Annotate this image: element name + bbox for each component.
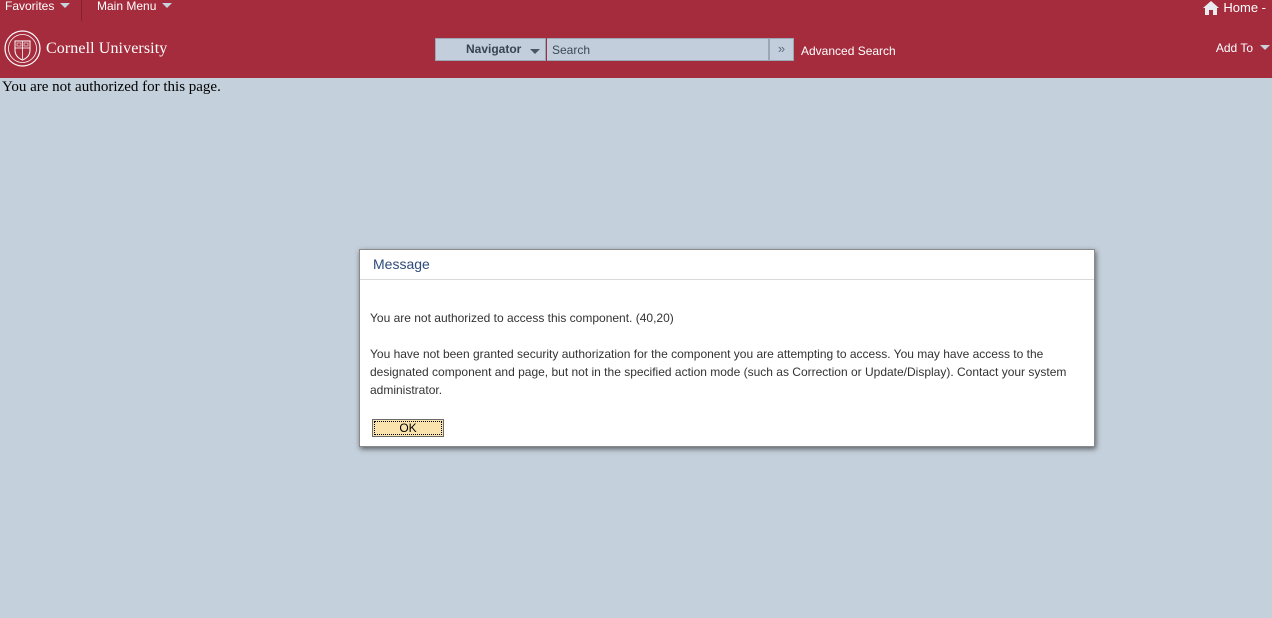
dialog-title: Message (373, 256, 430, 272)
favorites-menu[interactable]: Favorites (5, 0, 71, 13)
dialog-message-line1: You are not authorized to access this co… (370, 311, 674, 325)
navigator-button[interactable]: Navigator (435, 38, 546, 61)
cornell-seal-icon (4, 30, 41, 67)
dialog-message-details: You have not been granted security autho… (370, 347, 1067, 397)
message-dialog: Message You are not authorized to access… (359, 249, 1095, 447)
chevron-down-icon (60, 2, 71, 8)
search-input[interactable] (547, 38, 769, 61)
university-name: Cornell University (46, 39, 168, 57)
home-link[interactable]: Home - (1203, 0, 1266, 15)
chevron-down-icon (530, 49, 540, 54)
add-to-menu[interactable]: Add To (1216, 41, 1270, 55)
chevron-down-icon (1260, 44, 1270, 50)
dialog-divider (360, 279, 1094, 280)
ok-button[interactable]: OK (372, 419, 444, 437)
home-icon (1203, 0, 1220, 15)
home-label: Home - (1223, 0, 1266, 15)
university-logo[interactable]: Cornell University (4, 30, 167, 67)
double-chevron-right-icon: » (777, 41, 786, 56)
menu-divider (81, 0, 82, 21)
main-menu[interactable]: Main Menu (97, 0, 173, 13)
error-text: You are not authorized for this page. (2, 79, 221, 95)
favorites-label: Favorites (5, 0, 55, 13)
search-go-button[interactable]: » (769, 38, 794, 61)
main-menu-label: Main Menu (97, 0, 157, 13)
navigator-label: Navigator (466, 42, 522, 56)
header-bar: Favorites Main Menu Home - Cornell Unive… (0, 0, 1272, 78)
advanced-search-link[interactable]: Advanced Search (801, 44, 896, 58)
chevron-down-icon (162, 2, 173, 8)
add-to-label: Add To (1215, 41, 1253, 55)
